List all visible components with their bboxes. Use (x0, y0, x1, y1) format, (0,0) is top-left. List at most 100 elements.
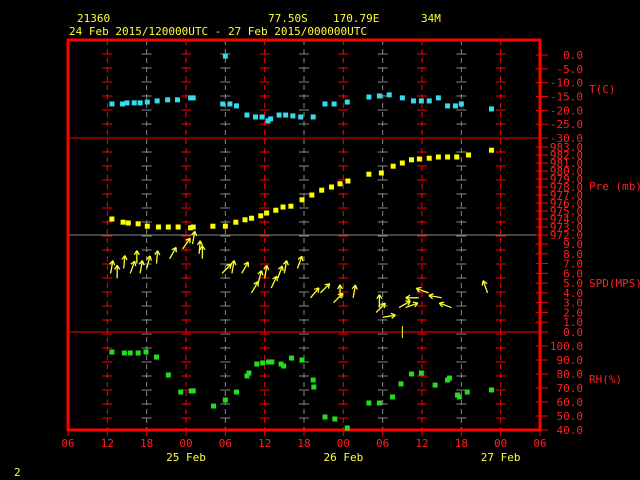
data-point (233, 103, 239, 109)
data-point (390, 163, 396, 169)
wind-arrow-head (149, 255, 153, 261)
y-tick-label: 60.0 (557, 396, 584, 409)
data-point (390, 394, 395, 400)
data-point (222, 223, 228, 229)
data-point (445, 154, 451, 160)
data-point (399, 95, 405, 101)
data-point (120, 219, 126, 225)
data-point (458, 101, 464, 107)
data-point (233, 219, 239, 225)
wind-arrow (310, 287, 320, 299)
wind-arrow (270, 275, 278, 289)
wind-arrow-head (112, 260, 116, 266)
wind-arrow (438, 301, 452, 309)
data-point (409, 157, 415, 163)
wind-arrow (199, 245, 206, 259)
wind-arrow (333, 292, 344, 304)
wind-arrow-head (412, 301, 418, 304)
wind-arrow (191, 230, 198, 245)
data-point (109, 216, 115, 222)
data-point (290, 113, 296, 119)
wind-arrow (145, 255, 153, 269)
wind-arrow-head (233, 260, 237, 266)
data-point (418, 98, 424, 104)
wind-arrow (114, 264, 121, 279)
data-point (337, 181, 343, 187)
data-point (124, 100, 130, 106)
data-point (447, 375, 453, 381)
data-point (190, 388, 196, 394)
data-point (322, 101, 328, 107)
data-point (143, 349, 149, 355)
x-tick-label: 00 (179, 437, 192, 450)
x-tick-label: 06 (376, 437, 389, 450)
wind-arrow (351, 284, 358, 298)
y-tick-label: 0.0 (563, 49, 583, 62)
data-point (252, 114, 258, 120)
wind-arrow (481, 280, 489, 294)
y-tick-label: 0.0 (563, 326, 583, 339)
data-point (135, 350, 141, 356)
wind-arrow (230, 260, 237, 274)
data-point (137, 100, 143, 106)
data-point (125, 220, 131, 226)
data-point (466, 152, 472, 158)
data-point (418, 370, 424, 376)
y-tick-label: 80.0 (557, 368, 584, 381)
data-point (273, 207, 279, 213)
date-label: 27 Feb (481, 451, 521, 464)
data-point (174, 97, 180, 103)
wind-arrow (277, 265, 284, 279)
data-point (344, 425, 350, 431)
x-tick-label: 06 (61, 437, 74, 450)
wind-arrow-head (439, 301, 445, 304)
data-point (121, 350, 127, 356)
wind-arrow (382, 312, 396, 319)
data-point (175, 224, 181, 230)
data-point (109, 101, 115, 107)
wind-arrow (405, 294, 419, 301)
data-point (426, 98, 432, 104)
x-tick-label: 12 (258, 437, 271, 450)
data-point (310, 377, 316, 383)
data-point (260, 360, 266, 366)
data-point (319, 187, 325, 193)
data-point (220, 101, 226, 107)
data-point (268, 116, 274, 122)
wind-arrow-head (266, 265, 270, 271)
data-point (131, 100, 137, 106)
data-point (416, 156, 422, 162)
y-tick-label: 70.0 (557, 382, 584, 395)
wind-arrow (221, 263, 232, 274)
data-point (488, 147, 494, 153)
data-point (452, 103, 458, 109)
data-point (366, 94, 372, 100)
data-point (210, 223, 216, 229)
panel-label: T(C) (589, 83, 616, 96)
data-point (488, 387, 494, 393)
data-point (288, 203, 294, 209)
data-point (127, 350, 133, 356)
data-point (376, 400, 382, 406)
data-point (366, 171, 372, 177)
data-point (249, 215, 255, 221)
x-tick-label: 12 (101, 437, 114, 450)
frame-number: 2 (14, 466, 21, 479)
elevation: 34M (421, 12, 441, 25)
data-point (144, 99, 150, 105)
data-point (154, 354, 159, 360)
x-tick-label: 00 (494, 437, 507, 450)
data-point (222, 397, 228, 403)
panel-label: RH(%) (589, 373, 622, 386)
data-point (409, 371, 415, 377)
wind-arrow-head (390, 312, 396, 316)
wind-arrow (129, 260, 137, 274)
y-tick-label: -25.0 (550, 118, 583, 131)
data-point (280, 204, 286, 210)
wind-arrow-head (134, 260, 137, 267)
data-point (165, 224, 171, 230)
data-point (309, 192, 315, 198)
station-id: 21360 (77, 12, 110, 25)
data-point (488, 106, 494, 112)
x-tick-label: 12 (415, 437, 428, 450)
